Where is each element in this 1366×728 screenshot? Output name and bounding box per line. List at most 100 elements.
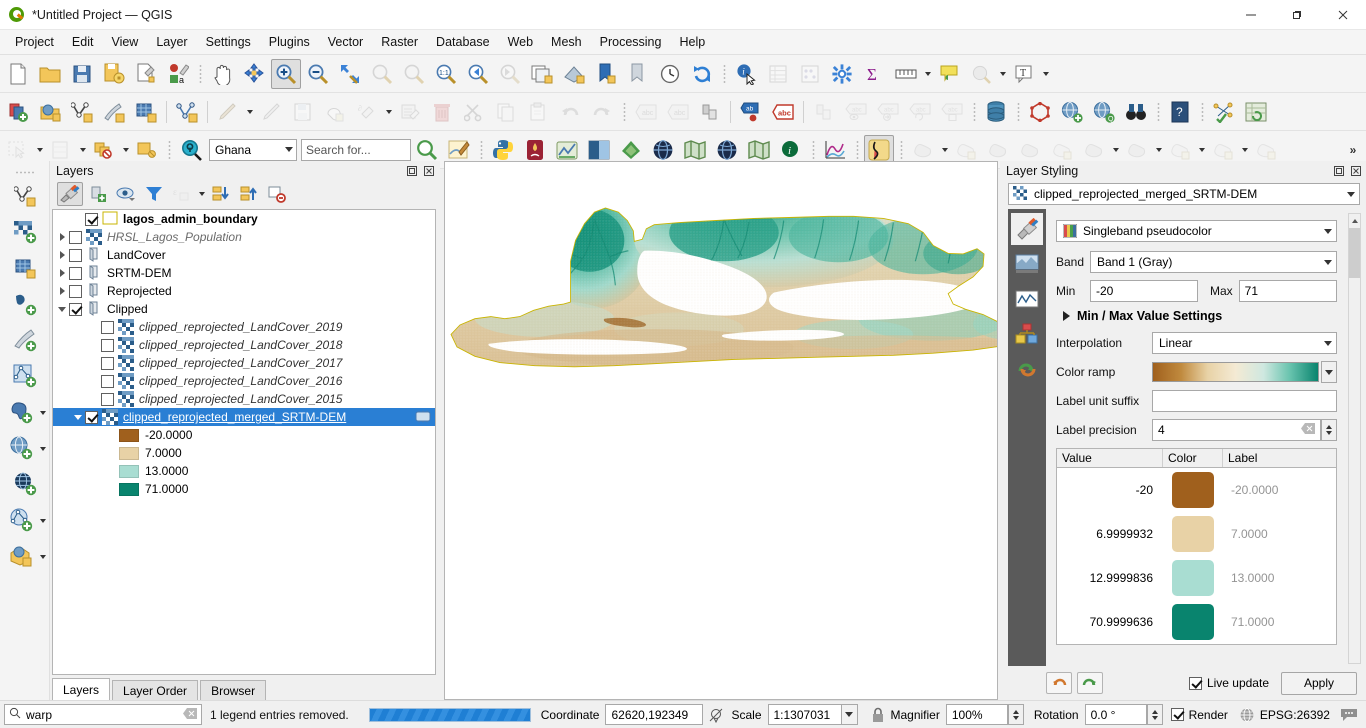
map-styling-icon[interactable] bbox=[444, 135, 474, 165]
new-virtual-layer-icon[interactable] bbox=[4, 539, 38, 573]
styling-scrollbar[interactable] bbox=[1348, 213, 1361, 664]
map-canvas[interactable] bbox=[444, 161, 998, 700]
chevron-down-icon[interactable] bbox=[922, 59, 933, 89]
layer-visibility-checkbox[interactable] bbox=[69, 302, 82, 316]
database-manager-icon[interactable] bbox=[981, 97, 1011, 127]
add-spatialite-layer-icon[interactable] bbox=[8, 323, 42, 357]
renderer-type-combo[interactable]: Singleband pseudocolor bbox=[1056, 220, 1337, 242]
terrain-shading-icon[interactable] bbox=[864, 134, 894, 165]
chevron-down-icon[interactable] bbox=[244, 97, 255, 127]
panel-tab-browser[interactable]: Browser bbox=[200, 680, 267, 700]
color-map-row[interactable]: 70.9999636 71.0000 bbox=[1057, 600, 1336, 644]
highlight-labels-red-icon[interactable]: abc bbox=[768, 97, 798, 127]
topology-checker-icon[interactable] bbox=[1209, 97, 1239, 127]
new-print-layout-icon[interactable] bbox=[131, 59, 161, 89]
magnifier-input[interactable]: 100% bbox=[945, 704, 1008, 725]
panel-tab-layer-order[interactable]: Layer Order bbox=[112, 680, 199, 700]
add-wcs-layer-icon[interactable] bbox=[8, 467, 42, 501]
chevron-down-icon[interactable] bbox=[40, 411, 46, 415]
band-combo[interactable]: Band 1 (Gray) bbox=[1090, 251, 1337, 273]
chevron-down-icon[interactable] bbox=[383, 97, 394, 127]
color-map-value[interactable]: 12.9999836 bbox=[1057, 571, 1163, 585]
messages-icon[interactable] bbox=[1339, 705, 1359, 725]
column-header-label[interactable]: Label bbox=[1223, 449, 1336, 467]
color-swatch[interactable] bbox=[1172, 516, 1214, 552]
styling-layer-combo[interactable]: clipped_reprojected_merged_SRTM-DEM bbox=[1008, 183, 1360, 205]
chevron-down-icon[interactable] bbox=[939, 135, 950, 165]
remove-layer-icon[interactable] bbox=[264, 182, 290, 206]
profile-tool-icon[interactable] bbox=[820, 135, 850, 165]
max-input[interactable]: 71 bbox=[1238, 280, 1337, 302]
chevron-down-icon[interactable] bbox=[1196, 135, 1207, 165]
zoom-native-icon[interactable]: 1:1 bbox=[431, 59, 461, 89]
coordinate-input[interactable]: 62620,192349 bbox=[605, 704, 704, 725]
pan-map-icon[interactable] bbox=[207, 59, 237, 89]
chevron-down-icon[interactable] bbox=[1040, 59, 1051, 89]
color-map-value[interactable]: -20 bbox=[1057, 483, 1163, 497]
color-map-swatch-cell[interactable] bbox=[1163, 516, 1223, 552]
identify-features-icon[interactable]: i bbox=[731, 59, 761, 89]
zoom-in-icon[interactable] bbox=[271, 58, 301, 89]
georeferencer-icon[interactable] bbox=[1025, 97, 1055, 127]
layer-visibility-checkbox[interactable] bbox=[101, 392, 114, 406]
layer-visibility-checkbox[interactable] bbox=[69, 248, 82, 262]
toggle-editing-icon[interactable] bbox=[172, 97, 202, 127]
undo-icon[interactable] bbox=[1046, 672, 1072, 694]
add-vector-layer-icon[interactable] bbox=[8, 179, 42, 213]
layer-visibility-checkbox[interactable] bbox=[69, 230, 82, 244]
freehand-raster-icon[interactable] bbox=[520, 135, 550, 165]
maximize-button[interactable] bbox=[1274, 0, 1320, 30]
save-project-as-icon[interactable] bbox=[99, 59, 129, 89]
menu-item-layer[interactable]: Layer bbox=[147, 32, 196, 52]
layers-tree[interactable]: lagos_admin_boundary HRSL_Lagos_Populatio… bbox=[52, 209, 436, 675]
collapse-all-icon[interactable] bbox=[236, 182, 262, 206]
chevron-down-icon[interactable] bbox=[1239, 135, 1250, 165]
zoom-full-icon[interactable] bbox=[335, 59, 365, 89]
open-project-icon[interactable] bbox=[35, 59, 65, 89]
metasearch-icon[interactable] bbox=[1121, 97, 1151, 127]
add-raster-layer-icon[interactable] bbox=[8, 215, 42, 249]
layer-tree-item[interactable]: clipped_reprojected_merged_SRTM-DEM bbox=[53, 408, 435, 426]
processing-toolbox-icon[interactable] bbox=[827, 59, 857, 89]
menu-item-mesh[interactable]: Mesh bbox=[542, 32, 591, 52]
python-console-icon[interactable] bbox=[488, 135, 518, 165]
column-header-color[interactable]: Color bbox=[1163, 449, 1223, 467]
undo-redo-history-icon[interactable] bbox=[1011, 353, 1043, 385]
pan-to-selection-icon[interactable] bbox=[239, 59, 269, 89]
show-bookmarks-icon[interactable] bbox=[623, 59, 653, 89]
min-input[interactable]: -20 bbox=[1090, 280, 1198, 302]
add-wms-layer-icon[interactable] bbox=[35, 97, 65, 127]
chevron-down-icon[interactable] bbox=[1153, 135, 1164, 165]
layer-visibility-checkbox[interactable] bbox=[101, 320, 114, 334]
chevron-down-icon[interactable] bbox=[120, 135, 131, 165]
qgis2web-icon[interactable] bbox=[616, 135, 646, 165]
scale-input[interactable]: 1:1307031 bbox=[767, 704, 842, 725]
zoom-last-icon[interactable] bbox=[463, 59, 493, 89]
locator-search-icon[interactable] bbox=[176, 135, 206, 165]
rendering-icon[interactable] bbox=[1011, 318, 1043, 350]
menu-item-plugins[interactable]: Plugins bbox=[260, 32, 319, 52]
layer-visibility-checkbox[interactable] bbox=[85, 410, 98, 424]
color-ramp-menu-button[interactable] bbox=[1321, 361, 1337, 383]
qgis-cloud-icon[interactable]: Q bbox=[1089, 97, 1119, 127]
layer-visibility-checkbox[interactable] bbox=[101, 356, 114, 370]
refresh-bookmarks-icon[interactable] bbox=[591, 59, 621, 89]
menu-item-edit[interactable]: Edit bbox=[63, 32, 103, 52]
open-layer-styling-panel-icon[interactable] bbox=[57, 182, 83, 206]
lock-scale-icon[interactable] bbox=[868, 705, 888, 725]
layer-tree-item[interactable]: clipped_reprojected_LandCover_2018 bbox=[53, 336, 435, 354]
add-vector-tile-layer-icon[interactable] bbox=[8, 359, 42, 393]
add-delimited-text-icon[interactable] bbox=[99, 97, 129, 127]
menu-item-project[interactable]: Project bbox=[6, 32, 63, 52]
color-map-swatch-cell[interactable] bbox=[1163, 604, 1223, 640]
data-plotly-icon[interactable] bbox=[552, 135, 582, 165]
menu-item-web[interactable]: Web bbox=[499, 32, 542, 52]
chevron-right-icon[interactable] bbox=[55, 264, 69, 282]
clear-icon[interactable] bbox=[1301, 423, 1315, 437]
color-map-label[interactable]: 7.0000 bbox=[1223, 527, 1336, 541]
add-delimited-text-layer-icon[interactable] bbox=[8, 287, 42, 321]
select-by-location-icon[interactable] bbox=[89, 135, 119, 165]
expand-all-icon[interactable] bbox=[208, 182, 234, 206]
color-map-row[interactable]: 12.9999836 13.0000 bbox=[1057, 556, 1336, 600]
chevron-down-icon[interactable] bbox=[71, 408, 85, 426]
